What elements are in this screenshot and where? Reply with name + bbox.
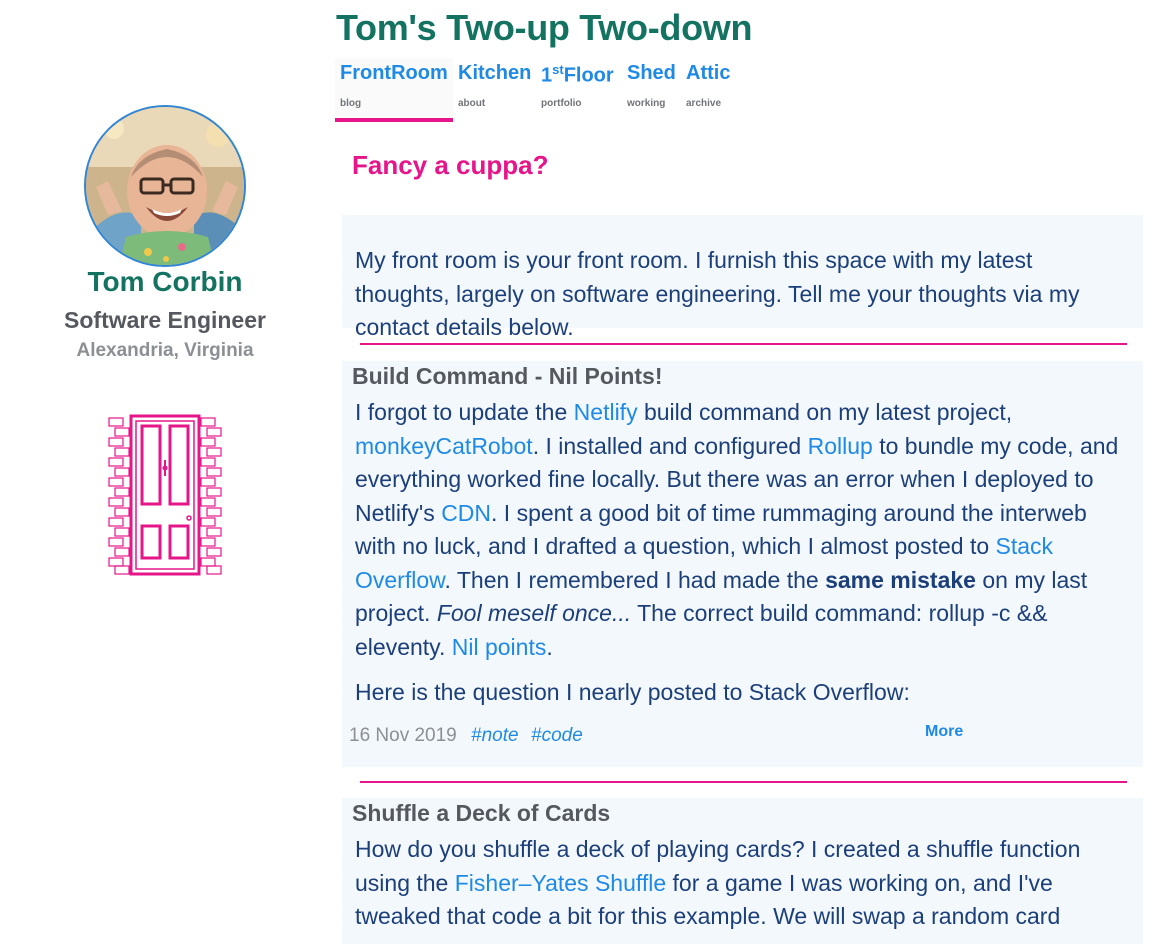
cdn-link[interactable]: CDN <box>441 500 491 526</box>
nav-item-attic[interactable]: Attic archive <box>681 58 739 120</box>
nav-sublabel: about <box>458 98 486 109</box>
intro-card: My front room is your front room. I furn… <box>342 215 1143 340</box>
nav-item-first-floor[interactable]: 1stFloor portfolio <box>536 58 622 120</box>
nav-label: Attic <box>686 62 731 84</box>
fisher-yates-link[interactable]: Fisher–Yates Shuffle <box>455 870 666 896</box>
nav-sublabel: blog <box>340 98 362 109</box>
more-link[interactable]: More <box>925 723 963 741</box>
tag-code[interactable]: #code <box>531 725 583 747</box>
post-body: How do you shuffle a deck of playing car… <box>352 833 1129 934</box>
nav-label: Kitchen <box>458 62 532 84</box>
page: Tom Corbin Software Engineer Alexandria,… <box>0 0 1165 944</box>
post-title[interactable]: Shuffle a Deck of Cards <box>352 800 1129 827</box>
divider <box>360 343 1127 345</box>
post-date: 16 Nov 2019 <box>349 725 457 746</box>
post-card: Shuffle a Deck of Cards How do you shuff… <box>342 798 1143 944</box>
divider <box>360 781 1127 783</box>
post-body: I forgot to update the Netlify build com… <box>352 396 1129 710</box>
profile-location: Alexandria, Virginia <box>76 340 254 361</box>
nav-item-shed[interactable]: Shed working <box>622 58 681 120</box>
nav-sublabel: archive <box>686 98 722 109</box>
tag-note[interactable]: #note <box>471 725 519 747</box>
profile-name: Tom Corbin <box>87 266 243 297</box>
nav-label: FrontRoom <box>340 62 448 84</box>
nil-points-link[interactable]: Nil points <box>452 634 547 660</box>
nav-sublabel: portfolio <box>541 98 582 109</box>
post-card: Build Command - Nil Points! I forgot to … <box>342 361 1143 767</box>
rollup-link[interactable]: Rollup <box>808 433 873 459</box>
nav-label: 1stFloor <box>541 62 614 87</box>
netlify-link[interactable]: Netlify <box>574 399 638 425</box>
sidebar: Tom Corbin Software Engineer Alexandria,… <box>0 0 330 944</box>
italic-text: Fool meself once... <box>436 600 632 626</box>
avatar <box>84 105 246 267</box>
emphasis-text: same mistake <box>825 566 976 593</box>
avatar-photo <box>86 107 244 265</box>
intro-text: My front room is your front room. I furn… <box>355 247 1080 340</box>
nav-label: Shed <box>627 62 676 84</box>
nav-item-kitchen[interactable]: Kitchen about <box>453 58 536 120</box>
site-title[interactable]: Tom's Two-up Two-down <box>336 7 752 49</box>
profile-role: Software Engineer <box>64 307 266 333</box>
page-heading: Fancy a cuppa? <box>352 150 549 180</box>
nav-sublabel: working <box>627 98 666 109</box>
post-paragraph: Here is the question I nearly posted to … <box>355 679 910 705</box>
door-logo <box>108 414 222 576</box>
nav-item-frontroom[interactable]: FrontRoom blog <box>335 58 453 122</box>
project-link[interactable]: monkeyCatRobot <box>355 433 533 459</box>
post-title[interactable]: Build Command - Nil Points! <box>352 363 1129 390</box>
post-paragraph: How do you shuffle a deck of playing car… <box>355 836 1081 929</box>
post-paragraph: I forgot to update the Netlify build com… <box>355 399 1119 660</box>
post-meta: 16 Nov 2019 #note #code More <box>348 721 1143 749</box>
